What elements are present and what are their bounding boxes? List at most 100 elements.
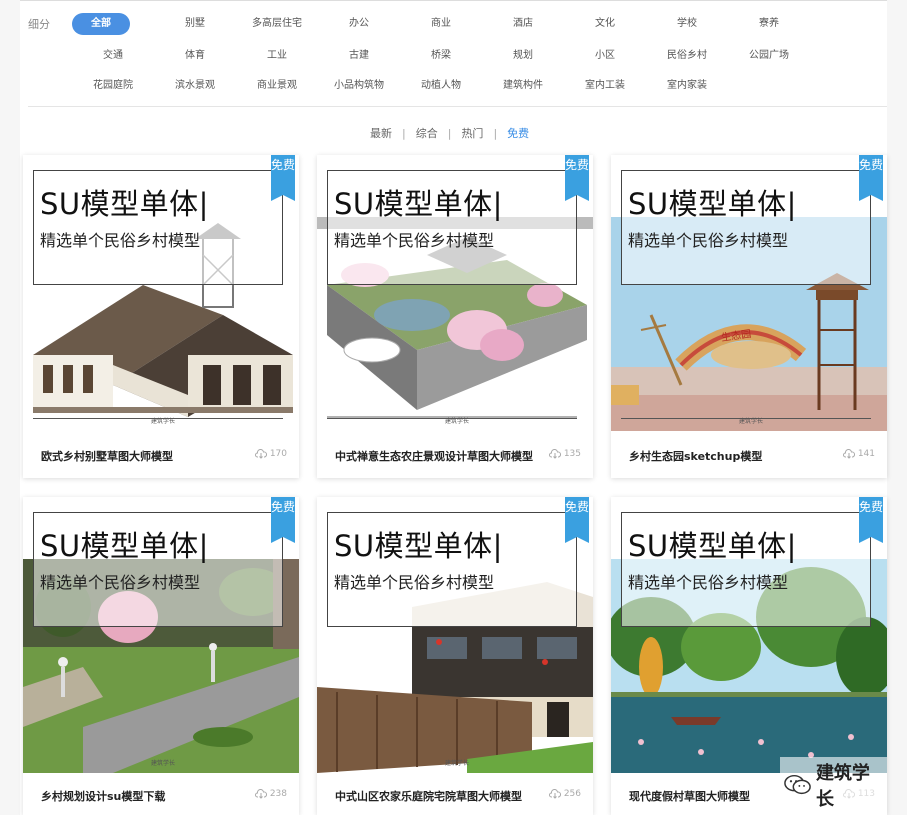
sort-overall[interactable]: 综合 — [416, 125, 438, 141]
model-card[interactable]: SU模型单体| 精选单个民俗乡村模型 免费 建筑学长 乡村规划设计su模型下载 … — [23, 497, 299, 815]
model-thumbnail[interactable]: SU模型单体| 精选单个民俗乡村模型 免费 建筑学长 — [317, 497, 593, 773]
overlay-subtitle: 精选单个民俗乡村模型 — [40, 231, 201, 250]
top-divider — [20, 0, 887, 1]
download-number: 135 — [563, 449, 581, 459]
download-count: 238 — [254, 789, 287, 799]
overlay-title: SU模型单体| — [334, 187, 503, 221]
overlay-subtitle: 精选单个民俗乡村模型 — [40, 573, 201, 592]
cloud-download-icon — [548, 449, 561, 459]
page-container: 细分 全部 别墅 多高层住宅 办公 商业 酒店 文化 学校 寮养 交通 体育 工… — [20, 0, 887, 815]
download-number: 256 — [563, 789, 581, 799]
sort-latest[interactable]: 最新 — [370, 125, 392, 141]
overlay-subtitle: 精选单个民俗乡村模型 — [334, 231, 495, 250]
model-card[interactable]: SU模型单体| 精选单个民俗乡村模型 免费 建筑学长 中式山区农家乐庭院宅院草图… — [317, 497, 593, 815]
watermark: 建筑学长 — [738, 418, 763, 425]
category-highrise[interactable]: 多高层住宅 — [236, 13, 318, 35]
free-badge: 免费 — [271, 155, 295, 201]
promo-overlay: SU模型单体| 精选单个民俗乡村模型 — [33, 170, 283, 285]
model-thumbnail[interactable]: SU模型单体| 精选单个民俗乡村模型 免费 建筑学长 — [23, 155, 299, 431]
category-industrial[interactable]: 工业 — [236, 45, 318, 67]
overlay-title: SU模型单体| — [628, 187, 797, 221]
category-villa[interactable]: 别墅 — [154, 13, 236, 35]
model-thumbnail[interactable]: 生态园 SU模型单体| 精选单个民俗乡村模型 免费 建筑学长 — [611, 155, 887, 431]
category-ancient[interactable]: 古建 — [318, 45, 400, 67]
overlay-title: SU模型单体| — [40, 529, 209, 563]
category-school[interactable]: 学校 — [646, 13, 728, 35]
cloud-download-icon — [254, 789, 267, 799]
overlay-subtitle: 精选单个民俗乡村模型 — [334, 573, 495, 592]
category-all[interactable]: 全部 — [72, 13, 130, 35]
model-thumbnail[interactable]: SU模型单体| 精选单个民俗乡村模型 免费 — [611, 497, 887, 773]
wechat-icon — [784, 774, 811, 795]
free-badge: 免费 — [859, 497, 883, 543]
download-count: 141 — [842, 449, 875, 459]
download-count: 135 — [548, 449, 581, 459]
promo-overlay: SU模型单体| 精选单个民俗乡村模型 — [327, 512, 577, 627]
model-title[interactable]: 欧式乡村别墅草图大师模型 — [41, 448, 173, 464]
free-badge: 免费 — [271, 497, 295, 543]
model-thumbnail[interactable]: SU模型单体| 精选单个民俗乡村模型 免费 建筑学长 — [317, 155, 593, 431]
filter-row-2: 交通 体育 工业 古建 桥梁 规划 小区 民俗乡村 公园广场 — [72, 45, 810, 67]
sort-separator: | — [447, 126, 452, 140]
category-commercial-landscape[interactable]: 商业景观 — [236, 75, 318, 97]
free-badge: 免费 — [859, 155, 883, 201]
category-transport[interactable]: 交通 — [72, 45, 154, 67]
category-community[interactable]: 小区 — [564, 45, 646, 67]
category-interior-commercial[interactable]: 室内工装 — [564, 75, 646, 97]
sort-popular[interactable]: 热门 — [461, 125, 483, 141]
category-waterfront[interactable]: 滨水景观 — [154, 75, 236, 97]
model-thumbnail[interactable]: SU模型单体| 精选单个民俗乡村模型 免费 建筑学长 — [23, 497, 299, 773]
category-sports[interactable]: 体育 — [154, 45, 236, 67]
category-park[interactable]: 公园广场 — [728, 45, 810, 67]
category-folk-village[interactable]: 民俗乡村 — [646, 45, 728, 67]
wechat-label: 建筑学长 — [815, 763, 870, 810]
filter-label: 细分 — [28, 18, 50, 31]
model-title[interactable]: 乡村生态园sketchup模型 — [629, 448, 762, 464]
wechat-watermark: 建筑学长 — [780, 757, 887, 813]
cloud-download-icon — [254, 449, 267, 459]
model-card[interactable]: SU模型单体| 精选单个民俗乡村模型 免费 建筑学长 欧式乡村别墅草图大师模型 … — [23, 155, 299, 478]
category-office[interactable]: 办公 — [318, 13, 400, 35]
sort-separator: | — [493, 126, 498, 140]
category-planning[interactable]: 规划 — [482, 45, 564, 67]
download-number: 238 — [269, 789, 287, 799]
sort-bar: 最新 | 综合 | 热门 | 免费 — [370, 125, 529, 141]
filter-divider — [28, 106, 887, 107]
overlay-title: SU模型单体| — [334, 529, 503, 563]
overlay-subtitle: 精选单个民俗乡村模型 — [628, 231, 789, 250]
model-title[interactable]: 乡村规划设计su模型下载 — [41, 788, 165, 804]
promo-overlay: SU模型单体| 精选单个民俗乡村模型 — [33, 512, 283, 627]
category-culture[interactable]: 文化 — [564, 13, 646, 35]
category-interior-home[interactable]: 室内家装 — [646, 75, 728, 97]
model-title[interactable]: 中式禅意生态农庄景观设计草图大师模型 — [335, 448, 533, 464]
category-garden[interactable]: 花园庭院 — [72, 75, 154, 97]
download-count: 256 — [548, 789, 581, 799]
category-hotel[interactable]: 酒店 — [482, 13, 564, 35]
free-badge: 免费 — [565, 497, 589, 543]
model-card[interactable]: SU模型单体| 精选单个民俗乡村模型 免费 建筑学长 中式禅意生态农庄景观设计草… — [317, 155, 593, 478]
category-filter: 细分 全部 别墅 多高层住宅 办公 商业 酒店 文化 学校 寮养 交通 体育 工… — [20, 8, 887, 98]
category-plants-people[interactable]: 动植人物 — [400, 75, 482, 97]
model-title[interactable]: 中式山区农家乐庭院宅院草图大师模型 — [335, 788, 522, 804]
download-number: 141 — [857, 449, 875, 459]
download-count: 170 — [254, 449, 287, 459]
sort-free[interactable]: 免费 — [507, 125, 529, 141]
overlay-title: SU模型单体| — [40, 187, 209, 221]
category-structures[interactable]: 小品构筑物 — [318, 75, 400, 97]
download-number: 170 — [269, 449, 287, 459]
filter-row-1: 全部 别墅 多高层住宅 办公 商业 酒店 文化 学校 寮养 — [72, 13, 810, 35]
promo-overlay: SU模型单体| 精选单个民俗乡村模型 — [327, 170, 577, 285]
watermark: 建筑学长 — [150, 760, 175, 767]
category-bridge[interactable]: 桥梁 — [400, 45, 482, 67]
category-commercial[interactable]: 商业 — [400, 13, 482, 35]
watermark: 建筑学长 — [444, 418, 469, 425]
promo-overlay: SU模型单体| 精选单个民俗乡村模型 — [621, 512, 871, 627]
category-care[interactable]: 寮养 — [728, 13, 810, 35]
category-components[interactable]: 建筑构件 — [482, 75, 564, 97]
overlay-title: SU模型单体| — [628, 529, 797, 563]
filter-row-3: 花园庭院 滨水景观 商业景观 小品构筑物 动植人物 建筑构件 室内工装 室内家装 — [72, 75, 728, 97]
watermark: 建筑学长 — [150, 418, 175, 425]
model-card[interactable]: 生态园 SU模型单体| 精选单个民俗乡村模型 免费 建筑学长 乡村生态园sket… — [611, 155, 887, 478]
model-title[interactable]: 现代度假村草图大师模型 — [629, 788, 750, 804]
sort-separator: | — [402, 126, 406, 140]
